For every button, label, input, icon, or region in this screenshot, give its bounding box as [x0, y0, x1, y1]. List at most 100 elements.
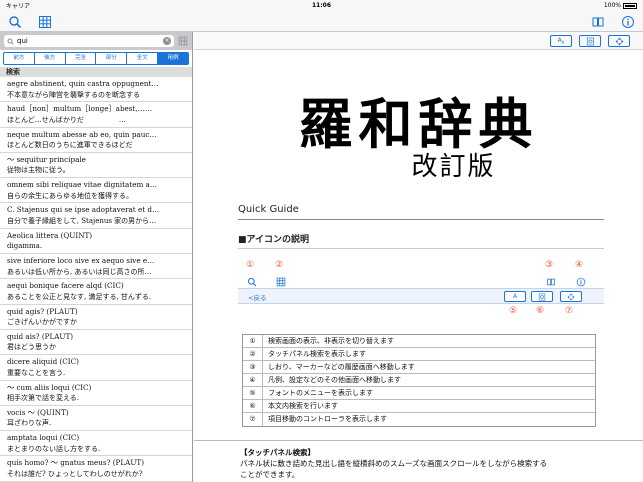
panel-title: 【タッチパネル検索】 [240, 448, 315, 457]
result-list-item[interactable]: quis homo? ～ gnatus meus? (PLAUT) それは誰だ? … [0, 456, 192, 482]
result-list-item[interactable]: quid agis? (PLAUT) ごきげんいかがですか [0, 305, 192, 330]
segment-exact[interactable]: 完全 [66, 53, 97, 64]
icon-description-table: ① 検索画面の表示、非表示を切り替えます ② タッチパネル検索を表示します ③ しおり、マ… [242, 334, 596, 427]
search-icon[interactable] [8, 14, 22, 29]
entry-japanese: ほとんど数日のうちに進軍できるほどだ [7, 141, 133, 150]
panel-text-line-1: パネル状に敷き詰めた見出し語を縦横斜めのスムーズな画面スクロールをしながら検索す… [240, 459, 548, 468]
row-number: ② [243, 348, 263, 360]
row-number: ⑦ [243, 413, 263, 426]
entry-latin: omnem sibi reliquae vitae dignitatem a… [7, 180, 158, 190]
entry-latin: neque multum abesse ab eo, quin pauc… [7, 129, 157, 139]
grid-icon[interactable] [38, 14, 52, 28]
result-list-item[interactable]: dicere aliquid (CIC) 重要なことを言う. [0, 355, 192, 381]
result-list-item[interactable]: sive inferiore loco sive ex aequo sive e… [0, 254, 192, 280]
result-list-item[interactable]: neque multum abesse ab eo, quin pauc… ほとん… [0, 128, 192, 153]
result-list-item[interactable]: quid ais? (PLAUT) 君はどう思うか [0, 330, 192, 356]
result-list-item[interactable]: amptata loqui (CIC) まとまりのない話し方をする. [0, 431, 192, 457]
entry-latin: quid ais? (PLAUT) [7, 331, 74, 341]
info-icon[interactable] [621, 14, 635, 28]
segment-partial[interactable]: 部分 [96, 53, 128, 64]
segment-backward[interactable]: 後方 [35, 53, 66, 64]
entry-latin: Aeolica littera (QUINT) [7, 230, 93, 240]
in-text-search-button[interactable] [579, 35, 601, 47]
result-list-item[interactable]: aegre abstinent, quin castra oppugnent… 不… [0, 77, 192, 103]
search-pane: qui × 前方 後方 完全 部分 全文 用例 検索 aegre abstine… [0, 32, 193, 482]
sample-toolbar: <戻る A [238, 288, 604, 304]
entry-japanese: ごきげんいかがですか [7, 318, 77, 327]
entry-latin: ～ cum aliis loqui (CIC) [7, 382, 92, 392]
segment-forward[interactable]: 前方 [4, 53, 35, 64]
result-list-item[interactable]: ～ cum aliis loqui (CIC) 相手次第で話を変える. [0, 381, 192, 406]
font-icon: AA [557, 36, 565, 46]
entry-japanese: それは誰だ? ひょっとしてわしのせがれか? [7, 469, 143, 478]
label-number-2: ② [275, 260, 284, 270]
entry-japanese: digamma. [7, 242, 43, 251]
navigation-controller-button[interactable] [608, 35, 630, 47]
search-bar: qui × [0, 32, 192, 50]
icon-legend-row: ① ② ③ ④ [238, 260, 604, 290]
result-list-item[interactable]: vocis ～ (QUINT) 耳ざわりな声. [0, 406, 192, 432]
entry-latin: C. Stajenus qui se ipse adoptaverat et d… [7, 205, 160, 215]
entry-japanese: 君はどう思うか [7, 343, 56, 352]
label-number-3: ③ [545, 260, 554, 270]
content-pane: AA 羅和辞典 改訂版 Quick Guide ■アイコンの説明 ① ② ③ ④… [194, 32, 643, 482]
description-row: ③ しおり、マーカーなどの履歴画面へ移動します [243, 361, 595, 374]
move-arrows-icon [615, 37, 623, 45]
row-text: 本文内検索を行います [268, 402, 338, 410]
results-list: aegre abstinent, quin castra oppugnent… 不… [0, 77, 192, 482]
row-number: ⑤ [243, 387, 263, 399]
result-list-item[interactable]: aequi bonique facere alqd (CIC) あることを公正と見… [0, 279, 192, 305]
row-text: 項目移動のコントローラを表示します [268, 415, 387, 423]
label-number-7: ⑦ [565, 306, 574, 316]
entry-japanese: 重要なことを言う. [7, 368, 66, 377]
segment-examples[interactable]: 用例 [158, 53, 188, 64]
description-row: ④ 凡例、設定などのその他画面へ移動します [243, 374, 595, 387]
status-bar: キャリア 11:06 100% [0, 0, 643, 11]
entry-latin: quid agis? (PLAUT) [7, 306, 78, 316]
page-search-icon [538, 293, 546, 300]
font-icon: A [512, 293, 518, 300]
row-number: ① [243, 335, 263, 347]
result-list-item[interactable]: omnem sibi reliquae vitae dignitatem a… 自… [0, 178, 192, 204]
entry-latin: amptata loqui (CIC) [7, 433, 80, 443]
entry-latin: quis homo? ～ gnatus meus? (PLAUT) [7, 458, 145, 468]
results-section-header: 検索 [0, 67, 192, 77]
entry-japanese: あるいは低い所から, あるいは同じ高さの所… [7, 267, 152, 276]
icons-heading: ■アイコンの説明 [238, 232, 604, 249]
entry-latin: haud［non］multum［longe］abest,…… [7, 104, 153, 114]
label-number-4: ④ [575, 260, 584, 270]
sample-font-button: A [504, 291, 526, 302]
dictionary-cover: 羅和辞典 改訂版 [194, 50, 643, 210]
row-number: ③ [243, 361, 263, 373]
row-text: 検索画面の表示、非表示を切り替えます [268, 337, 394, 345]
sample-search-button [531, 291, 553, 302]
keyboard-grid-icon[interactable] [178, 36, 188, 46]
segment-fulltext[interactable]: 全文 [127, 53, 159, 64]
label-number-6: ⑥ [536, 306, 545, 316]
entry-latin: vocis ～ (QUINT) [7, 407, 69, 417]
result-list-item[interactable]: ～ sequitur principale 従物は主物に従う。 [0, 153, 192, 179]
row-text: 凡例、設定などのその他画面へ移動します [268, 376, 401, 384]
touch-panel-search-info: 【タッチパネル検索】 パネル状に敷き詰めた見出し語を縦横斜めのスムーズな画面スク… [194, 440, 643, 482]
entry-latin: aegre abstinent, quin castra oppugnent… [7, 79, 159, 88]
font-button[interactable]: AA [550, 35, 572, 47]
clear-search-icon[interactable]: × [163, 37, 171, 45]
result-list-item[interactable]: C. Stajenus qui se ipse adoptaverat et d… [0, 203, 192, 229]
entry-japanese: ほとんど…せんばかりだ … [7, 115, 126, 124]
book-icon[interactable] [591, 14, 605, 28]
row-text: しおり、マーカーなどの履歴画面へ移動します [268, 363, 415, 371]
back-link[interactable]: <戻る [248, 292, 266, 302]
search-query: qui [17, 37, 28, 45]
entry-latin: aequi bonique facere alqd (CIC) [7, 281, 124, 291]
page-search-icon [586, 37, 594, 45]
search-input[interactable]: qui × [4, 35, 174, 47]
result-list-item[interactable]: haud［non］multum［longe］abest,…… ほとんど…せんばかり… [0, 102, 192, 128]
entry-japanese: 不本意ながら陣営を襲撃するのを断念する [7, 90, 140, 99]
entry-latin: sive inferiore loco sive ex aequo sive e… [7, 256, 155, 266]
result-list-item[interactable]: Aeolica littera (QUINT) digamma. [0, 229, 192, 255]
clock: 11:06 [311, 2, 332, 9]
move-arrows-icon [567, 293, 575, 300]
entry-japanese: 相手次第で話を変える. [7, 394, 80, 403]
entry-japanese: 自分で養子縁組をして, Stajenus 家の男から… [7, 216, 157, 225]
row-number: ⑥ [243, 400, 263, 412]
